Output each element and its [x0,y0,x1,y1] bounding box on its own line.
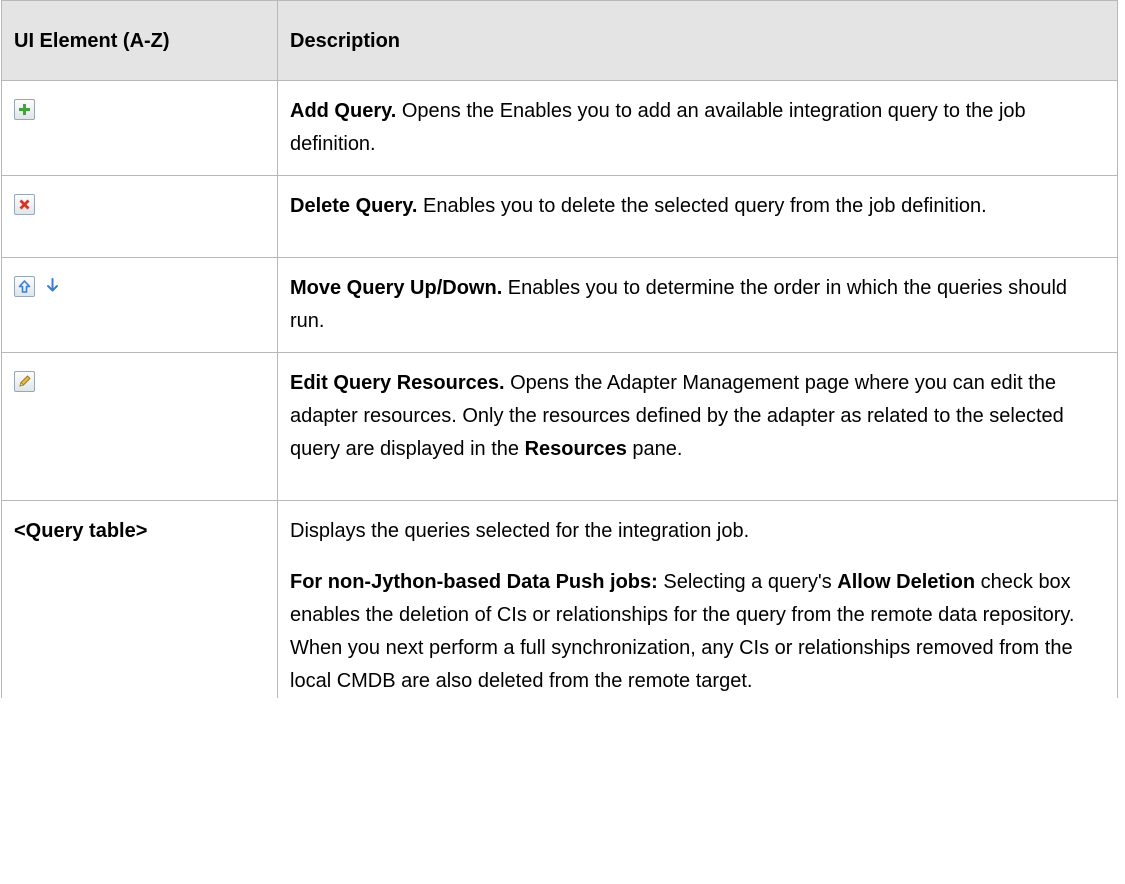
row-title: Edit Query Resources. [290,372,505,394]
data-push-text: Selecting a query's [657,571,838,593]
allow-deletion-term: Allow Deletion [837,571,976,593]
description-cell: Move Query Up/Down. Enables you to deter… [277,257,1118,353]
table-header-row: UI Element (A-Z) Description [1,0,1118,81]
table-row: Delete Query. Enables you to delete the … [1,175,1118,258]
ui-elements-table: UI Element (A-Z) Description Add Query. … [1,0,1118,698]
description-cell: Edit Query Resources. Opens the Adapter … [277,352,1118,501]
table-row: <Query table> Displays the queries selec… [1,500,1118,698]
table-row: Add Query. Opens the Enables you to add … [1,80,1118,176]
header-description: Description [277,0,1118,81]
ui-element-cell [1,352,278,501]
move-down-icon [43,276,64,297]
resources-term: Resources [524,438,627,460]
ui-element-cell: <Query table> [1,500,278,698]
data-push-lead: For non-Jython-based Data Push jobs: [290,571,658,593]
delete-query-icon [14,194,35,215]
description-cell: Add Query. Opens the Enables you to add … [277,80,1118,176]
header-ui-element: UI Element (A-Z) [1,0,278,81]
add-query-icon [14,99,35,120]
row-text: Opens the Enables you to add an availabl… [290,100,1026,155]
description-cell: Delete Query. Enables you to delete the … [277,175,1118,258]
description-cell: Displays the queries selected for the in… [277,500,1118,698]
table-row: Move Query Up/Down. Enables you to deter… [1,257,1118,353]
query-table-summary: Displays the queries selected for the in… [290,520,750,542]
ui-element-cell [1,175,278,258]
move-up-icon [14,276,35,297]
row-text-end: pane. [626,438,683,460]
row-title: Delete Query. [290,195,418,217]
query-table-label: <Query table> [14,520,148,542]
ui-element-cell [1,257,278,353]
row-text: Enables you to delete the selected query… [417,195,987,217]
edit-icon [14,371,35,392]
ui-element-cell [1,80,278,176]
table-row: Edit Query Resources. Opens the Adapter … [1,352,1118,501]
row-title: Move Query Up/Down. [290,277,503,299]
data-push-note: For non-Jython-based Data Push jobs: Sel… [290,566,1105,698]
row-title: Add Query. [290,100,397,122]
